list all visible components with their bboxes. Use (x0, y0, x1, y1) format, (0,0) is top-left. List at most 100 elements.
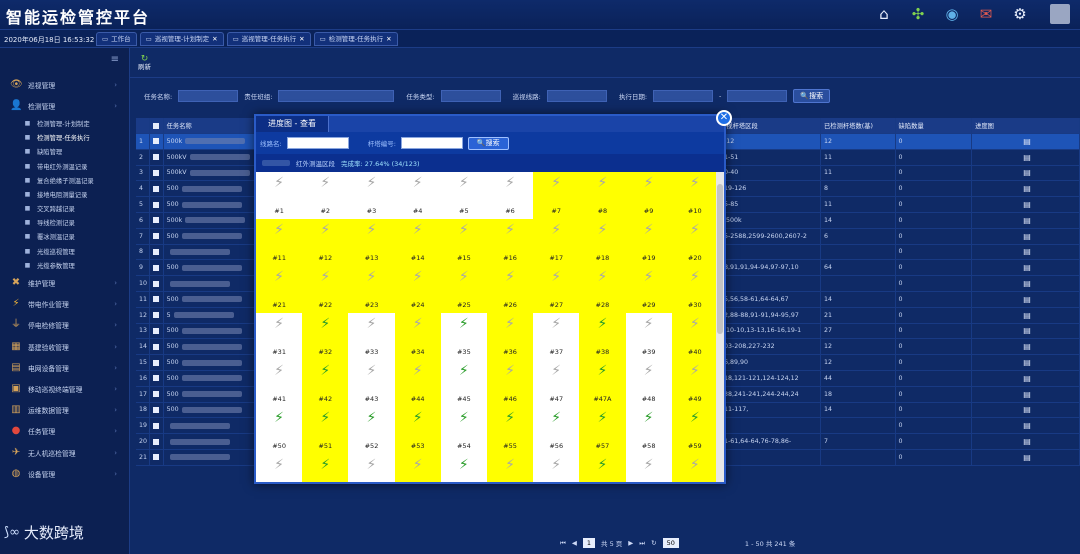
document-icon[interactable]: ▤ (1023, 311, 1031, 320)
tower-cell[interactable]: ⚡ #22 (302, 266, 349, 313)
progress-cell[interactable]: ▤ (972, 355, 1080, 370)
tower-cell[interactable]: ⚡ #59 (671, 407, 718, 454)
tower-cell[interactable]: ⚡ (394, 454, 441, 482)
sidebar-item[interactable]: ■ 交叉跨越记录 (0, 202, 129, 216)
tower-cell[interactable]: ⚡ #11 (256, 219, 303, 266)
tower-cell[interactable]: ⚡ #17 (533, 219, 580, 266)
row-checkbox[interactable] (152, 248, 159, 255)
tower-cell[interactable]: ⚡ #50 (256, 407, 303, 454)
tower-cell[interactable]: ⚡ #23 (348, 266, 395, 313)
date-from-input[interactable] (653, 90, 714, 102)
select-all-checkbox[interactable] (152, 122, 159, 129)
progress-cell[interactable]: ▤ (972, 212, 1080, 228)
tower-cell[interactable]: ⚡ #24 (394, 266, 441, 313)
tower-cell[interactable]: ⚡ #47 (533, 360, 580, 407)
tower-cell[interactable]: ⚡ #30 (671, 266, 718, 313)
menu-toggle-icon[interactable]: ≡ (0, 48, 129, 74)
row-checkbox[interactable] (152, 454, 159, 461)
tower-cell[interactable]: ⚡ #26 (486, 266, 534, 313)
document-icon[interactable]: ▤ (1023, 421, 1031, 430)
tower-cell[interactable]: ⚡ #39 (625, 313, 672, 360)
task-name-input[interactable] (178, 90, 239, 102)
tower-cell[interactable]: ⚡ #53 (394, 407, 441, 454)
document-icon[interactable]: ▤ (1023, 295, 1031, 304)
mail-icon[interactable]: ✉ (976, 4, 996, 24)
tower-cell[interactable]: ⚡ #1 (256, 172, 303, 219)
row-checkbox-cell[interactable] (150, 181, 164, 197)
row-checkbox[interactable] (152, 296, 159, 303)
progress-cell[interactable]: ▤ (972, 260, 1080, 276)
tower-cell[interactable]: ⚡ #18 (579, 219, 626, 266)
date-to-input[interactable] (727, 90, 788, 102)
tower-cell[interactable]: ⚡ (671, 454, 718, 482)
row-checkbox-cell[interactable] (150, 228, 164, 244)
sidebar-item[interactable]: ■ 覆冰测温记录 (0, 230, 129, 244)
progress-cell[interactable]: ▤ (972, 181, 1080, 197)
tower-cell[interactable]: ⚡ #5 (440, 172, 487, 219)
next-page-icon[interactable]: ▶ (628, 539, 633, 547)
progress-cell[interactable]: ▤ (972, 339, 1080, 355)
tower-cell[interactable]: ⚡ (440, 454, 487, 482)
last-page-icon[interactable]: ⏭ (639, 539, 645, 548)
tower-cell[interactable]: ⚡ #19 (625, 219, 672, 266)
tower-cell[interactable]: ⚡ #56 (533, 407, 580, 454)
sidebar-item[interactable]: ■ 复合绝缘子测温记录 (0, 173, 129, 187)
document-icon[interactable]: ▤ (1023, 437, 1031, 446)
progress-cell[interactable]: ▤ (972, 291, 1080, 307)
tower-cell[interactable]: ⚡ #40 (671, 313, 718, 360)
column-header[interactable]: 巡视杆塔区段 (717, 118, 821, 133)
column-header[interactable]: 已检测杆塔数(基) (821, 118, 896, 133)
document-icon[interactable]: ▤ (1023, 168, 1031, 177)
row-checkbox[interactable] (152, 359, 159, 366)
row-checkbox-cell[interactable] (150, 197, 164, 212)
tower-cell[interactable]: ⚡ #46 (486, 360, 534, 407)
tower-cell[interactable]: ⚡ #9 (625, 172, 672, 219)
row-checkbox[interactable] (152, 422, 159, 429)
progress-cell[interactable]: ▤ (972, 165, 1080, 181)
document-icon[interactable]: ▤ (1023, 453, 1031, 462)
tower-cell[interactable]: ⚡ #57 (579, 407, 626, 454)
tower-cell[interactable]: ⚡ (486, 454, 534, 482)
tower-cell[interactable]: ⚡ #49 (671, 360, 718, 407)
row-checkbox[interactable] (152, 375, 159, 382)
column-header[interactable] (136, 118, 150, 133)
row-checkbox[interactable] (152, 185, 159, 192)
row-checkbox[interactable] (152, 343, 159, 350)
tower-cell[interactable]: ⚡ #6 (486, 172, 534, 219)
document-icon[interactable]: ▤ (1023, 326, 1031, 335)
sidebar-item[interactable]: ▤ 电网设备管理 › (0, 357, 129, 378)
tower-cell[interactable]: ⚡ #27 (533, 266, 580, 313)
tower-cell[interactable]: ⚡ (348, 454, 395, 482)
tab-patrol-plan[interactable]: ▭ 巡视管理-计划制定 ✕ (139, 32, 224, 46)
document-icon[interactable]: ▤ (1023, 342, 1031, 351)
close-icon[interactable]: ✕ (212, 33, 217, 46)
document-icon[interactable]: ▤ (1023, 390, 1031, 399)
tower-cell[interactable]: ⚡ #54 (440, 407, 487, 454)
row-checkbox-cell[interactable] (150, 386, 164, 402)
row-checkbox-cell[interactable] (150, 402, 164, 418)
row-checkbox[interactable] (152, 438, 159, 445)
tower-cell[interactable]: ⚡ #55 (486, 407, 534, 454)
row-checkbox-cell[interactable] (150, 244, 164, 260)
refresh-button[interactable]: ↻ 刷新 (138, 54, 151, 71)
tower-cell[interactable]: ⚡ #44 (394, 360, 441, 407)
tower-cell[interactable]: ⚡ (625, 454, 672, 482)
row-checkbox-cell[interactable] (150, 260, 164, 276)
sidebar-item[interactable]: ▥ 运维数据管理 › (0, 400, 129, 421)
row-checkbox[interactable] (152, 154, 159, 161)
document-icon[interactable]: ▤ (1023, 405, 1031, 414)
globe-icon[interactable]: ◉ (942, 4, 962, 24)
username[interactable] (1050, 4, 1070, 24)
sidebar-item[interactable]: 👤 检测管理 › (0, 95, 129, 116)
row-checkbox[interactable] (152, 217, 159, 224)
row-checkbox-cell[interactable] (150, 149, 164, 165)
document-icon[interactable]: ▤ (1023, 153, 1031, 162)
document-icon[interactable]: ▤ (1023, 137, 1031, 146)
tower-cell[interactable]: ⚡ #52 (348, 407, 395, 454)
tower-cell[interactable]: ⚡ (302, 454, 349, 482)
tower-cell[interactable]: ⚡ #8 (579, 172, 626, 219)
settings-icon[interactable]: ⚙ (1010, 4, 1030, 24)
row-checkbox-cell[interactable] (150, 339, 164, 355)
row-checkbox-cell[interactable] (150, 134, 164, 149)
network-icon[interactable]: ✣ (908, 4, 928, 24)
